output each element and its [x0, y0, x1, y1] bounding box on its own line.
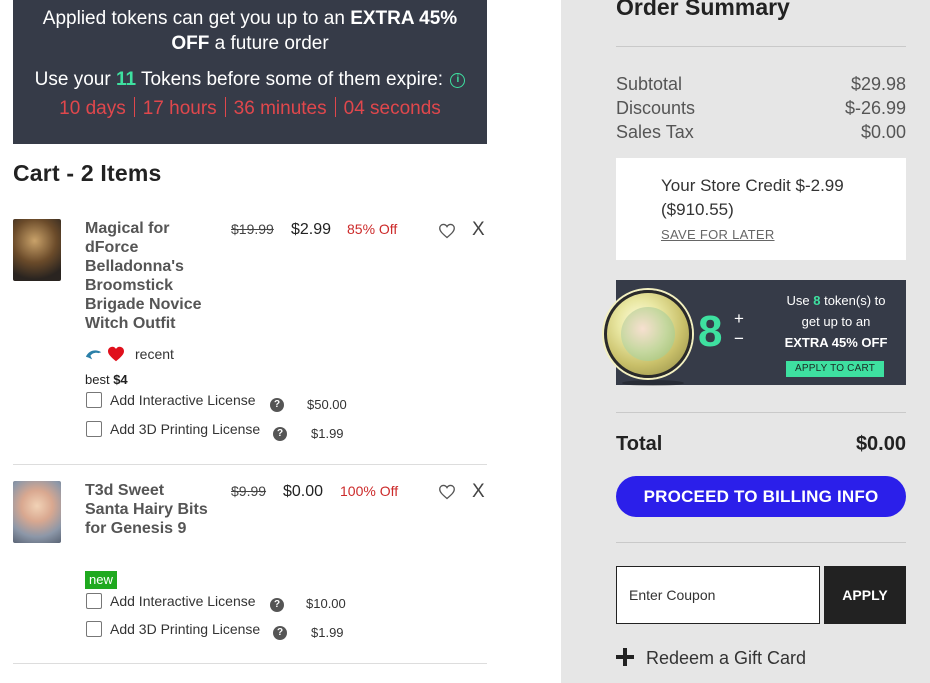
coupon-input[interactable]	[616, 566, 820, 624]
token-decrease-button[interactable]: −	[734, 330, 744, 348]
heart-icon[interactable]	[438, 484, 456, 500]
new-badge: new	[85, 571, 117, 589]
token-count: 8	[698, 307, 723, 356]
redeem-gift-card-link[interactable]: Redeem a Gift Card	[616, 648, 806, 669]
license-price: $10.00	[306, 596, 346, 611]
recent-label: recent	[135, 346, 174, 362]
item-divider	[13, 663, 487, 664]
dolphin-icon	[85, 350, 102, 360]
countdown-separator	[334, 97, 336, 117]
countdown-minutes: 36 minutes	[233, 98, 327, 119]
sale-price: $2.99	[291, 221, 332, 238]
token-promo-banner: Applied tokens can get you up to an EXTR…	[13, 0, 487, 144]
license-price: $50.00	[307, 397, 347, 412]
printing-license-option[interactable]: Add 3D Printing License	[86, 621, 260, 637]
product-thumbnail[interactable]	[13, 219, 61, 281]
discount-label: 100% Off	[340, 483, 399, 499]
subtotal-value: $29.98	[850, 74, 906, 94]
sales-tax-value: $0.00	[860, 122, 906, 142]
printing-license-checkbox[interactable]	[86, 621, 102, 637]
expiry-countdown: 10 days 17 hours 36 minutes 04 seconds	[13, 96, 487, 122]
help-icon[interactable]: ?	[273, 427, 287, 441]
original-price: $9.99	[231, 483, 267, 499]
discount-label: 85% Off	[347, 221, 398, 237]
promo-headline: Applied tokens can get you up to an EXTR…	[42, 8, 458, 54]
product-name-link[interactable]: T3d Sweet Santa Hairy Bits for Genesis 9	[85, 481, 210, 538]
apply-coupon-button[interactable]: APPLY	[824, 566, 906, 624]
save-for-later-link[interactable]: SAVE FOR LATER	[661, 227, 775, 242]
token-count-highlight: 11	[115, 69, 137, 90]
sales-tax-row: Sales Tax $0.00	[616, 122, 906, 142]
license-price: $1.99	[311, 426, 344, 441]
printing-license-checkbox[interactable]	[86, 421, 102, 437]
help-icon[interactable]: ?	[270, 398, 284, 412]
heart-icon[interactable]	[438, 223, 456, 239]
proceed-to-billing-button[interactable]: PROCEED TO BILLING INFO	[616, 476, 906, 517]
countdown-days: 10 days	[59, 98, 126, 119]
cart-item: Magical for dForce Belladonna's Broomsti…	[13, 218, 487, 458]
store-credit-box: Your Store Credit $-2.99 ($910.55) SAVE …	[616, 158, 906, 260]
promo-expiry-text: Use your 11 Tokens before some of them e…	[13, 67, 487, 92]
cart-item: T3d Sweet Santa Hairy Bits for Genesis 9…	[13, 480, 487, 660]
countdown-seconds: 04 seconds	[343, 98, 441, 119]
best-price-label: best $4	[85, 372, 128, 387]
summary-title: Order Summary	[616, 0, 790, 20]
summary-divider	[616, 46, 906, 47]
token-apply-box: 8 + − Use 8 token(s) to get up to an EXT…	[604, 280, 906, 386]
help-icon[interactable]: ?	[273, 626, 287, 640]
coin-shadow	[622, 380, 684, 386]
apply-to-cart-button[interactable]: APPLY TO CART	[786, 361, 884, 377]
summary-divider	[616, 412, 906, 413]
total-value: $0.00	[855, 433, 906, 455]
countdown-hours: 17 hours	[142, 98, 217, 119]
item-divider	[13, 464, 487, 465]
original-price: $19.99	[231, 221, 274, 237]
interactive-license-checkbox[interactable]	[86, 593, 102, 609]
token-increase-button[interactable]: +	[734, 310, 744, 328]
favorite-heart-icon	[108, 346, 124, 362]
token-coin-icon	[604, 290, 692, 378]
product-name-link[interactable]: Magical for dForce Belladonna's Broomsti…	[85, 219, 210, 333]
coin-face	[621, 307, 675, 361]
interactive-license-checkbox[interactable]	[86, 392, 102, 408]
store-credit-text: Your Store Credit $-2.99 ($910.55)	[661, 176, 844, 219]
discounts-row: Discounts $-26.99	[616, 98, 906, 118]
cart-title: Cart - 2 Items	[13, 160, 162, 186]
subtotal-row: Subtotal $29.98	[616, 74, 906, 94]
remove-item-button[interactable]: X	[472, 481, 485, 503]
interactive-license-option[interactable]: Add Interactive License	[86, 593, 256, 609]
printing-license-option[interactable]: Add 3D Printing License	[86, 421, 260, 437]
remove-item-button[interactable]: X	[472, 219, 485, 241]
plus-icon	[616, 648, 634, 666]
product-thumbnail[interactable]	[13, 481, 61, 543]
interactive-license-option[interactable]: Add Interactive License	[86, 392, 256, 408]
countdown-separator	[133, 97, 135, 117]
token-message: Use 8 token(s) to get up to an EXTRA 45%…	[784, 293, 888, 350]
countdown-separator	[224, 97, 226, 117]
license-price: $1.99	[311, 625, 344, 640]
help-icon[interactable]: ?	[270, 598, 284, 612]
product-badges: recent	[85, 346, 174, 362]
summary-divider	[616, 542, 906, 543]
discounts-value: $-26.99	[844, 98, 906, 118]
info-icon[interactable]: i	[450, 73, 466, 88]
sale-price: $0.00	[283, 483, 324, 500]
